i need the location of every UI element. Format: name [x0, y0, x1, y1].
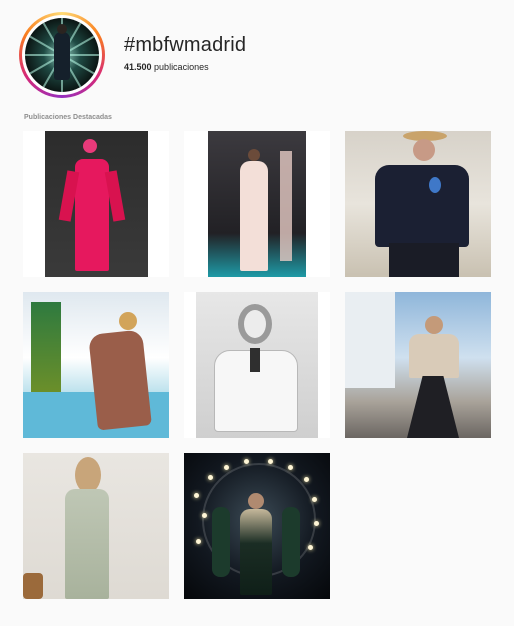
hashtag-avatar[interactable] — [19, 12, 105, 98]
post-count-label: publicaciones — [154, 62, 209, 72]
post-tile[interactable] — [23, 453, 169, 599]
post-tile[interactable] — [184, 131, 330, 277]
hashtag-title: #mbfwmadrid — [124, 34, 247, 56]
post-tile[interactable] — [184, 292, 330, 438]
post-tile[interactable] — [184, 453, 330, 599]
post-count-value: 41.500 — [124, 62, 152, 72]
avatar-image — [25, 18, 99, 92]
top-posts-grid — [23, 131, 491, 599]
post-count: 41.500 publicaciones — [124, 62, 209, 72]
post-tile[interactable] — [345, 131, 491, 277]
hashtag-header: #mbfwmadrid 41.500 publicaciones — [0, 0, 514, 100]
post-tile[interactable] — [23, 131, 169, 277]
top-posts-heading: Publicaciones Destacadas — [24, 114, 112, 121]
post-tile[interactable] — [345, 292, 491, 438]
post-tile[interactable] — [23, 292, 169, 438]
